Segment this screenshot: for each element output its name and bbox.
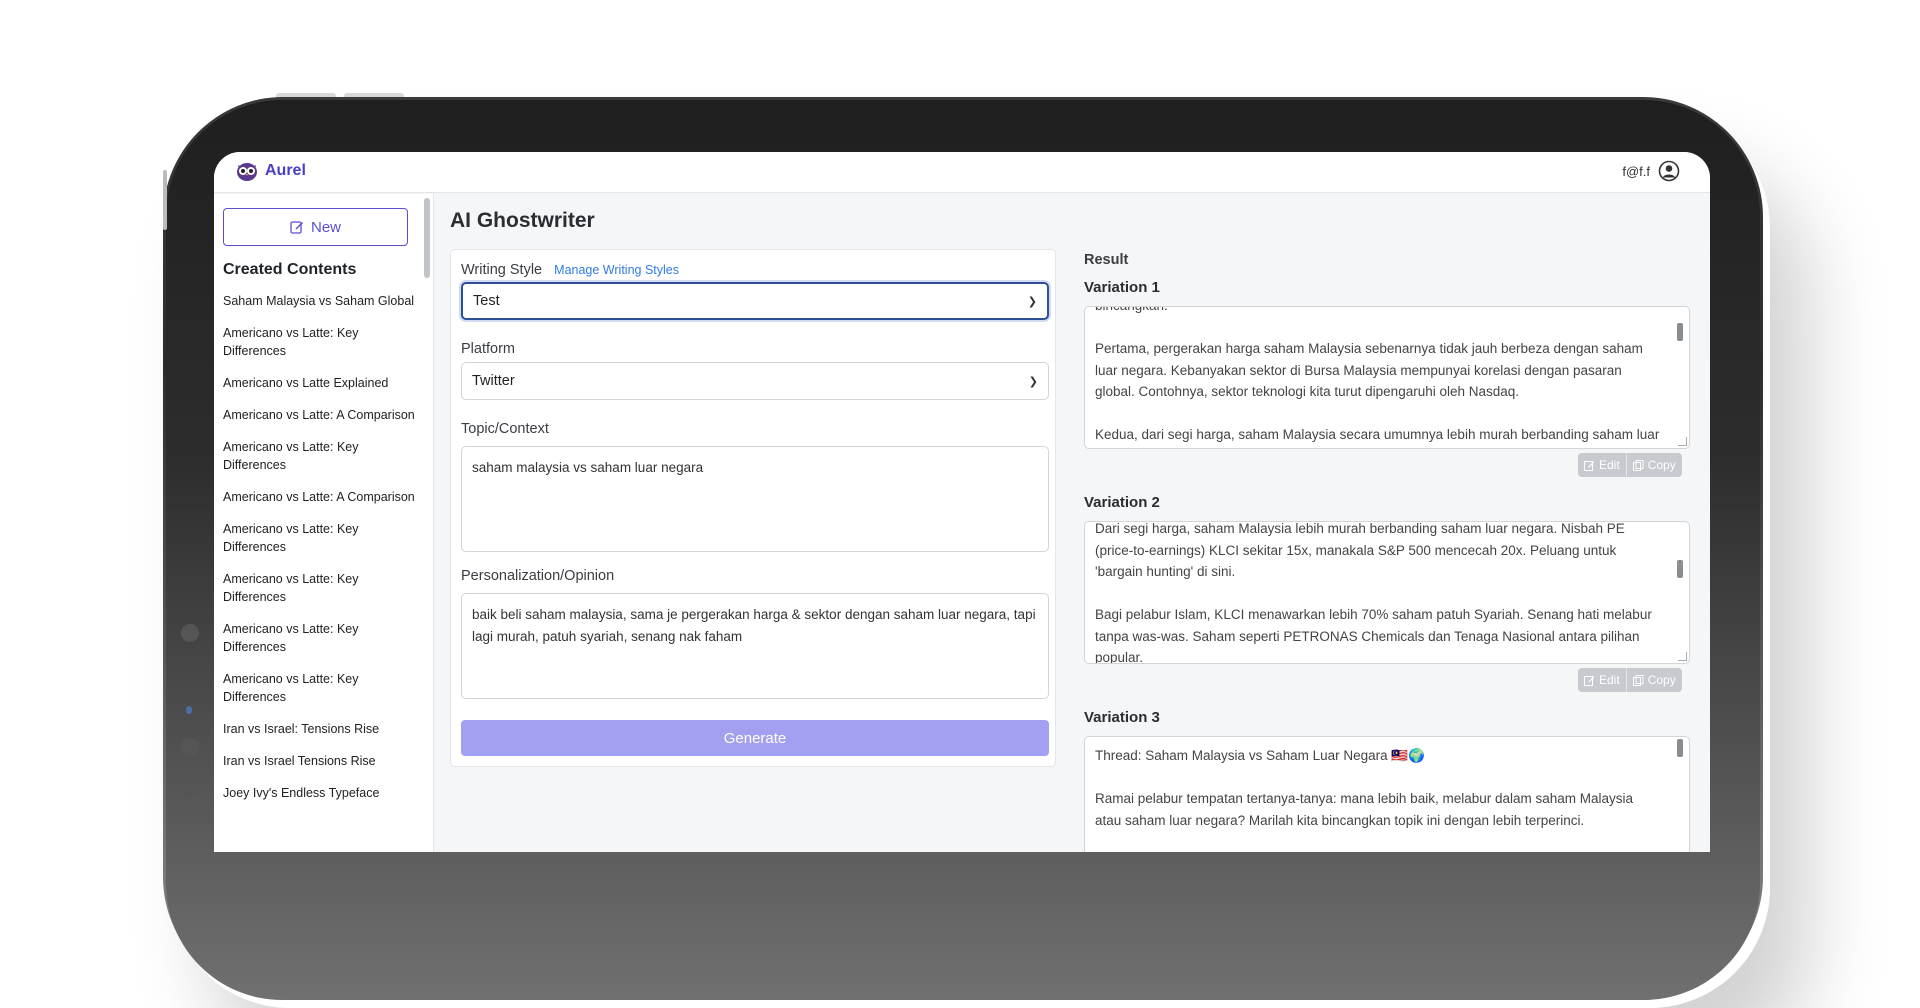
created-contents-heading: Created Contents (223, 261, 357, 278)
copy-icon (1632, 674, 1644, 686)
camera-led-icon (186, 706, 192, 714)
copy-button[interactable]: Copy (1626, 668, 1682, 692)
edit-icon (1584, 460, 1595, 471)
list-item[interactable]: Americano vs Latte: A Comparison (223, 406, 418, 424)
variation-2-textarea[interactable]: Dari segi harga, saham Malaysia lebih mu… (1084, 521, 1690, 664)
result-heading: Result (1084, 252, 1129, 268)
sidebar: New Created Contents Saham Malaysia vs S… (214, 194, 434, 852)
topic-textarea[interactable]: saham malaysia vs saham luar negara (461, 446, 1049, 552)
list-item[interactable]: Saham Malaysia vs Saham Global (223, 292, 418, 310)
variation-1-textarea[interactable]: bincangkan. Pertama, pergerakan harga sa… (1084, 306, 1690, 449)
variation-3-scrollbar[interactable] (1677, 739, 1683, 757)
writing-style-label-text: Writing Style (461, 262, 543, 278)
variation-2-text: Dari segi harga, saham Malaysia lebih mu… (1095, 521, 1652, 664)
sensor-icon (181, 738, 199, 756)
device-side-button (163, 170, 167, 230)
variation-1-label: Variation 1 (1084, 279, 1160, 296)
variation-3-label: Variation 3 (1084, 709, 1160, 726)
resize-handle-icon[interactable] (1678, 652, 1687, 661)
writing-style-value: Test (473, 293, 500, 309)
edit-icon (290, 221, 303, 234)
user-menu[interactable]: f@f.f (1622, 160, 1680, 182)
new-content-button[interactable]: New (223, 208, 408, 246)
variation-1-scrollbar[interactable] (1677, 323, 1683, 341)
edit-label: Edit (1599, 458, 1620, 472)
edit-icon (1584, 675, 1595, 686)
variation-1-actions: Edit Copy (1578, 453, 1682, 477)
variation-3-textarea[interactable]: Thread: Saham Malaysia vs Saham Luar Neg… (1084, 736, 1690, 852)
resize-handle-icon[interactable] (1678, 437, 1687, 446)
variation-1-text: bincangkan. Pertama, pergerakan harga sa… (1095, 307, 1660, 442)
writing-style-select[interactable]: Test ❯ (461, 282, 1049, 320)
variation-2-actions: Edit Copy (1578, 668, 1682, 692)
variation-3-text: Thread: Saham Malaysia vs Saham Luar Neg… (1095, 748, 1634, 828)
variation-2-scrollbar[interactable] (1677, 560, 1683, 578)
list-item[interactable]: Americano vs Latte: Key Differences (223, 438, 418, 474)
writing-style-label: Writing Style Manage Writing Styles (461, 262, 679, 278)
app-name: Aurel (265, 162, 306, 179)
edit-label: Edit (1599, 673, 1620, 687)
variation-2-label: Variation 2 (1084, 494, 1160, 511)
list-item[interactable]: Americano vs Latte: Key Differences (223, 520, 418, 556)
copy-icon (1632, 459, 1644, 471)
list-item[interactable]: Americano vs Latte: Key Differences (223, 324, 418, 360)
list-item[interactable]: Joey Ivy's Endless Typeface (223, 784, 418, 802)
platform-select[interactable]: Twitter ❯ (461, 362, 1049, 400)
user-circle-icon[interactable] (1658, 160, 1680, 182)
list-item[interactable]: Americano vs Latte Explained (223, 374, 418, 392)
edit-button[interactable]: Edit (1578, 453, 1627, 477)
list-item[interactable]: Americano vs Latte: Key Differences (223, 620, 418, 656)
platform-value: Twitter (472, 373, 515, 389)
personalization-label: Personalization/Opinion (461, 568, 615, 584)
sidebar-scrollbar[interactable] (424, 198, 430, 278)
chevron-down-icon: ❯ (1027, 295, 1037, 308)
chevron-down-icon: ❯ (1028, 375, 1038, 388)
created-contents-list: Saham Malaysia vs Saham Global Americano… (223, 292, 418, 816)
list-item[interactable]: Iran vs Israel: Tensions Rise (223, 720, 418, 738)
manage-writing-styles-link[interactable]: Manage Writing Styles (554, 263, 679, 277)
copy-button[interactable]: Copy (1626, 453, 1682, 477)
copy-label: Copy (1647, 458, 1676, 472)
new-button-label: New (310, 218, 341, 236)
page-title: AI Ghostwriter (450, 209, 595, 232)
generate-button[interactable]: Generate (461, 720, 1049, 756)
list-item[interactable]: Americano vs Latte: A Comparison (223, 488, 418, 506)
user-email: f@f.f (1622, 163, 1650, 179)
camera-icon (181, 624, 199, 642)
ghostwriter-form: Writing Style Manage Writing Styles Test… (450, 249, 1056, 767)
list-item[interactable]: Iran vs Israel Tensions Rise (223, 752, 418, 770)
copy-label: Copy (1647, 673, 1676, 687)
sensor-icon (181, 778, 199, 796)
personalization-textarea[interactable]: baik beli saham malaysia, sama je perger… (461, 593, 1049, 699)
list-item[interactable]: Americano vs Latte: Key Differences (223, 670, 418, 706)
owl-logo-icon (237, 163, 257, 181)
top-bar: Aurel f@f.f (214, 152, 1710, 193)
platform-label: Platform (461, 341, 515, 357)
app-screen: Aurel f@f.f New Created Contents Saham M… (214, 152, 1710, 852)
edit-button[interactable]: Edit (1578, 668, 1627, 692)
list-item[interactable]: Americano vs Latte: Key Differences (223, 570, 418, 606)
brand[interactable]: Aurel (236, 160, 306, 182)
topic-label: Topic/Context (461, 421, 549, 437)
